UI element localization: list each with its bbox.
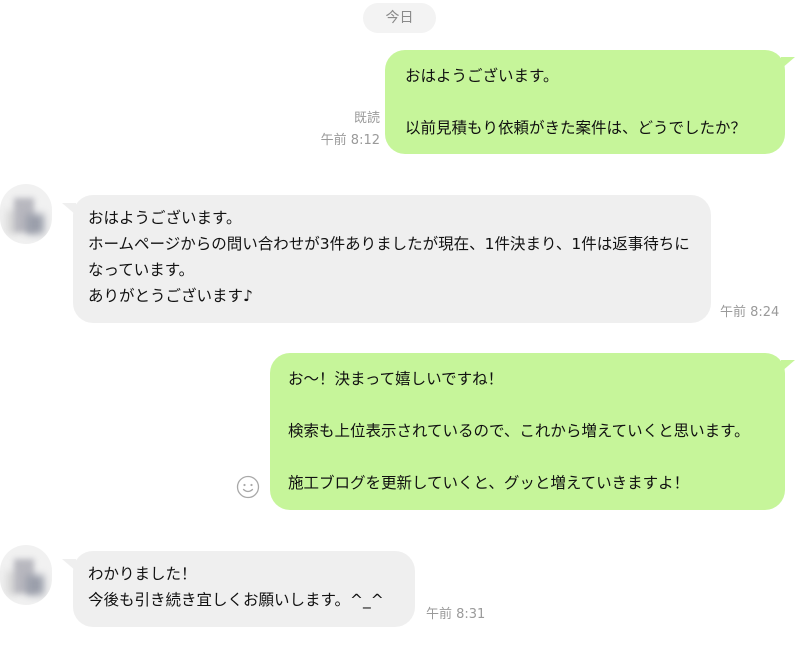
read-receipt: 既読 [353, 111, 380, 126]
bubble-tail [781, 57, 795, 69]
sent-message-bubble[interactable]: お～！決まって嬉しいですね！ 検索も上位表示されているので、これから増えていくと… [270, 353, 785, 510]
date-divider: 今日 [363, 3, 436, 33]
message-time: 午前 8:31 [426, 607, 486, 622]
message-time: 午前 8:12 [320, 133, 380, 148]
smiley-face-icon[interactable] [236, 475, 260, 499]
chat-view: 今日 既読 午前 8:12 おはようございます。 以前見積もり依頼がきた案件は、… [0, 0, 798, 653]
received-message-bubble[interactable]: わかりました！ 今後も引き続き宜しくお願いします。^_^ [73, 551, 415, 627]
bubble-tail [781, 360, 795, 372]
contact-avatar[interactable] [0, 184, 52, 244]
contact-avatar[interactable] [0, 545, 52, 605]
received-message-bubble[interactable]: おはようございます。 ホームページからの問い合わせが3件ありましたが現在、1件決… [73, 195, 711, 323]
message-time: 午前 8:24 [720, 305, 780, 320]
sent-message-bubble[interactable]: おはようございます。 以前見積もり依頼がきた案件は、どうでしたか？ [385, 50, 785, 154]
